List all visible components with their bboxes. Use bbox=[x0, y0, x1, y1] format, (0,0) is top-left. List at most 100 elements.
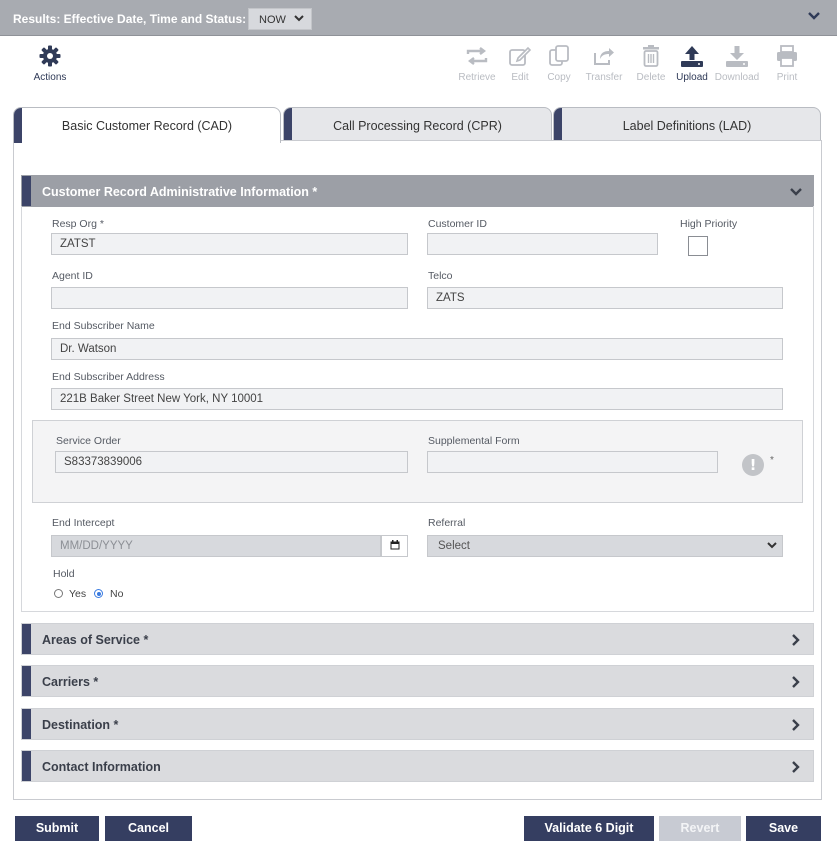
section-title: Carriers * bbox=[42, 675, 99, 689]
agent-id-input[interactable] bbox=[51, 287, 408, 309]
section-title: Destination * bbox=[42, 718, 119, 732]
actions-button[interactable]: Actions bbox=[28, 44, 72, 83]
chevron-right-icon bbox=[789, 718, 803, 732]
referral-selected-value: Select bbox=[438, 540, 470, 552]
service-order-input[interactable]: S83373839006 bbox=[55, 451, 408, 473]
transfer-label: Transfer bbox=[585, 72, 623, 83]
section-accent bbox=[22, 751, 31, 781]
delete-button[interactable]: Delete bbox=[629, 44, 673, 83]
exclamation-icon: ! bbox=[742, 454, 764, 476]
hold-label: Hold bbox=[53, 568, 75, 580]
download-label: Download bbox=[714, 72, 760, 83]
referral-select[interactable]: Select bbox=[427, 535, 783, 557]
end-subscriber-name-label: End Subscriber Name bbox=[52, 320, 155, 332]
chevron-right-icon bbox=[789, 633, 803, 647]
print-button[interactable]: Print bbox=[765, 44, 809, 83]
destination-header[interactable]: Destination * bbox=[21, 708, 814, 740]
contact-information-header[interactable]: Contact Information bbox=[21, 750, 814, 782]
effective-date-value: NOW bbox=[259, 14, 286, 26]
telco-label: Telco bbox=[428, 270, 453, 282]
upload-icon bbox=[670, 44, 714, 68]
retrieve-button[interactable]: Retrieve bbox=[455, 44, 499, 83]
customer-id-label: Customer ID bbox=[428, 218, 487, 230]
end-subscriber-address-input[interactable]: 221B Baker Street New York, NY 10001 bbox=[51, 388, 783, 410]
agent-id-label: Agent ID bbox=[52, 270, 93, 282]
retrieve-label: Retrieve bbox=[458, 72, 496, 83]
customer-id-input[interactable] bbox=[427, 233, 658, 255]
chevron-down-icon bbox=[789, 185, 803, 199]
calendar-icon bbox=[390, 539, 400, 553]
delete-label: Delete bbox=[636, 72, 666, 83]
cra-section-header[interactable]: Customer Record Administrative Informati… bbox=[21, 175, 814, 207]
tab-label: Label Definitions (LAD) bbox=[622, 119, 752, 133]
section-title: Customer Record Administrative Informati… bbox=[42, 185, 318, 199]
results-bar: Results: Effective Date, Time and Status… bbox=[0, 0, 837, 36]
copy-label: Copy bbox=[547, 72, 571, 83]
cancel-button[interactable]: Cancel bbox=[105, 816, 192, 841]
hold-yes-radio[interactable] bbox=[54, 589, 63, 598]
required-marker: * bbox=[770, 455, 774, 466]
edit-label: Edit bbox=[511, 72, 529, 83]
copy-button[interactable]: Copy bbox=[537, 44, 581, 83]
printer-icon bbox=[765, 44, 809, 68]
save-button[interactable]: Save bbox=[746, 816, 821, 841]
chevron-right-icon bbox=[789, 760, 803, 774]
effective-date-select[interactable]: NOW bbox=[248, 8, 312, 30]
share-icon bbox=[582, 44, 626, 68]
submit-button[interactable]: Submit bbox=[15, 816, 99, 841]
upload-label: Upload bbox=[676, 72, 708, 83]
calendar-button[interactable] bbox=[381, 535, 408, 557]
service-order-label: Service Order bbox=[56, 435, 121, 447]
edit-icon bbox=[498, 44, 542, 68]
referral-label: Referral bbox=[428, 517, 466, 529]
hold-no-radio[interactable] bbox=[94, 589, 103, 598]
section-title: Contact Information bbox=[42, 760, 161, 774]
tab-call-processing-record[interactable]: Call Processing Record (CPR) bbox=[283, 107, 552, 141]
resp-org-label: Resp Org * bbox=[52, 218, 104, 230]
areas-of-service-header[interactable]: Areas of Service * bbox=[21, 623, 814, 655]
copy-icon bbox=[537, 44, 581, 68]
high-priority-checkbox[interactable] bbox=[688, 236, 708, 256]
tab-accent bbox=[554, 108, 562, 141]
section-accent bbox=[22, 709, 31, 739]
validate-6-digit-button[interactable]: Validate 6 Digit bbox=[524, 816, 654, 841]
results-label: Results: Effective Date, Time and Status… bbox=[13, 12, 247, 26]
download-button[interactable]: Download bbox=[714, 44, 760, 83]
transfer-button[interactable]: Transfer bbox=[582, 44, 626, 83]
results-collapse-toggle[interactable] bbox=[807, 9, 821, 23]
hold-no-label: No bbox=[110, 588, 124, 600]
hold-yes-label: Yes bbox=[69, 588, 87, 600]
print-label: Print bbox=[776, 72, 798, 83]
tab-accent bbox=[284, 108, 292, 141]
tab-basic-customer-record[interactable]: Basic Customer Record (CAD) bbox=[13, 107, 281, 143]
edit-button[interactable]: Edit bbox=[498, 44, 542, 83]
chevron-down-icon bbox=[766, 539, 778, 551]
download-icon bbox=[714, 44, 760, 68]
tab-label: Call Processing Record (CPR) bbox=[333, 119, 502, 133]
chevron-right-icon bbox=[789, 675, 803, 689]
chevron-down-icon bbox=[293, 12, 305, 24]
section-accent bbox=[22, 176, 31, 206]
end-intercept-label: End Intercept bbox=[52, 517, 115, 529]
upload-button[interactable]: Upload bbox=[670, 44, 714, 83]
supplemental-form-input[interactable] bbox=[427, 451, 718, 473]
trash-icon bbox=[629, 44, 673, 68]
actions-label: Actions bbox=[33, 72, 67, 83]
tab-label: Basic Customer Record (CAD) bbox=[61, 119, 233, 133]
end-intercept-input[interactable]: MM/DD/YYYY bbox=[51, 535, 381, 557]
section-accent bbox=[22, 666, 31, 696]
carriers-header[interactable]: Carriers * bbox=[21, 665, 814, 697]
supplemental-form-label: Supplemental Form bbox=[428, 435, 520, 447]
end-subscriber-name-input[interactable]: Dr. Watson bbox=[51, 338, 783, 360]
revert-button[interactable]: Revert bbox=[659, 816, 741, 841]
end-subscriber-address-label: End Subscriber Address bbox=[52, 371, 165, 383]
resp-org-input[interactable]: ZATST bbox=[51, 233, 408, 255]
section-title: Areas of Service * bbox=[42, 633, 149, 647]
tab-accent bbox=[14, 108, 22, 143]
high-priority-label: High Priority bbox=[680, 218, 738, 230]
section-accent bbox=[22, 624, 31, 654]
retrieve-icon bbox=[455, 44, 499, 68]
tab-label-definitions[interactable]: Label Definitions (LAD) bbox=[553, 107, 821, 141]
gear-icon bbox=[28, 44, 72, 68]
telco-input[interactable]: ZATS bbox=[427, 287, 783, 309]
